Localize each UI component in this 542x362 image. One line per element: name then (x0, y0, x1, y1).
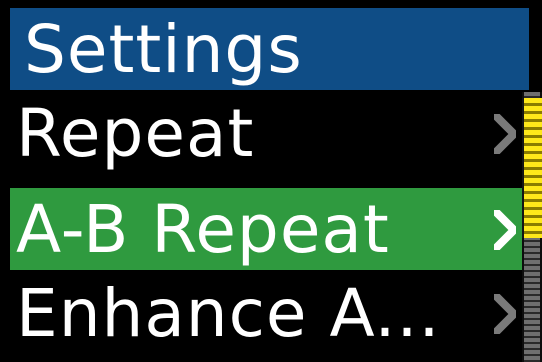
title-bar: Settings (10, 8, 529, 90)
scrollbar-thumb[interactable] (522, 98, 542, 238)
menu-item-label: Enhance A... (16, 275, 441, 352)
menu-item-repeat[interactable]: Repeat (10, 92, 522, 174)
chevron-right-icon (494, 294, 516, 334)
settings-screen: Settings Repeat A-B Repeat Enhance A... (0, 0, 542, 362)
chevron-right-icon (494, 114, 516, 154)
scrollbar[interactable] (522, 92, 542, 362)
menu-item-label: Repeat (16, 95, 255, 172)
menu-item-enhance-audio[interactable]: Enhance A... (10, 272, 522, 354)
menu-item-label: A-B Repeat (16, 191, 390, 268)
page-title: Settings (24, 11, 303, 88)
menu-item-ab-repeat[interactable]: A-B Repeat (10, 188, 522, 270)
settings-menu: Repeat A-B Repeat Enhance A... (10, 92, 522, 362)
chevron-right-icon (494, 210, 516, 250)
